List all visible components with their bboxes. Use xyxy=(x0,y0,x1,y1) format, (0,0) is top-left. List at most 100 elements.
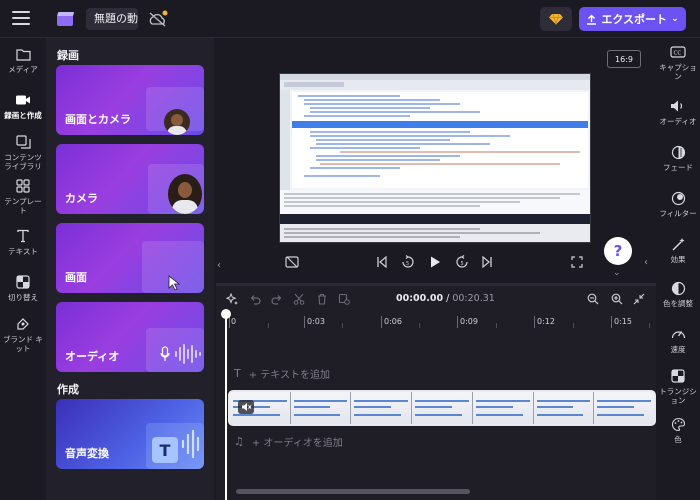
playhead[interactable] xyxy=(225,313,227,500)
rail-item-label: 色 xyxy=(674,435,682,444)
redo-icon[interactable] xyxy=(270,292,284,306)
duplicate-icon[interactable] xyxy=(337,292,351,306)
video-camera-icon xyxy=(15,92,31,108)
playhead-handle[interactable] xyxy=(221,309,231,319)
music-note-icon: ♫ xyxy=(234,435,244,448)
right-properties-rail: CC キャプショ ン オーディオ フェード フィルター 効果 色を調整 速度 ト… xyxy=(656,38,700,500)
svg-text:CC: CC xyxy=(674,51,682,57)
rail-item-effects[interactable]: 効果 xyxy=(656,236,700,264)
skip-back-icon[interactable] xyxy=(373,254,391,270)
nav-item-brand-kit[interactable]: ブランド キ ット xyxy=(0,316,46,353)
add-audio-track[interactable]: ♫ + オーディオを追加 xyxy=(234,434,343,449)
rail-item-label: フェード xyxy=(663,163,693,172)
zoom-in-icon[interactable] xyxy=(610,292,624,306)
nav-item-text[interactable]: テキスト xyxy=(0,228,46,256)
fade-icon xyxy=(670,144,686,160)
aspect-ratio-button[interactable]: 16:9 xyxy=(607,50,641,68)
nav-item-label: メディア xyxy=(8,65,38,74)
nav-item-media[interactable]: メディア xyxy=(0,46,46,74)
record-create-panel: 録画 画面とカメラ カメラ 画面 オーディオ 作成 T 音声変換 xyxy=(46,38,214,500)
tick-label: 0:12 xyxy=(537,317,555,326)
undo-icon[interactable] xyxy=(248,292,262,306)
rail-item-captions[interactable]: CC キャプショ ン xyxy=(656,44,700,81)
video-clip[interactable] xyxy=(228,390,656,426)
nav-item-record-create[interactable]: 録画と作成 xyxy=(0,92,46,120)
video-preview xyxy=(279,73,591,243)
project-title[interactable]: 無題の動画 xyxy=(86,8,138,30)
card-screen-and-camera[interactable]: 画面とカメラ xyxy=(56,65,204,135)
right-panel-collapse-chevron-icon[interactable]: ‹ xyxy=(644,257,648,268)
export-label: エクスポート xyxy=(601,13,668,26)
nav-item-templates[interactable]: テンプレー ト xyxy=(0,178,46,215)
skip-forward-icon[interactable] xyxy=(478,254,496,270)
card-label: カメラ xyxy=(65,192,98,205)
tick-label: 0:15 xyxy=(614,317,632,326)
chevron-down-icon[interactable]: ⌄ xyxy=(613,268,621,278)
card-text-to-speech[interactable]: T 音声変換 xyxy=(56,399,204,469)
upload-icon xyxy=(587,14,597,25)
scissors-icon[interactable] xyxy=(292,292,306,306)
cursor-icon xyxy=(168,275,181,291)
folder-icon xyxy=(15,46,31,62)
time-readout: 00:00.00 / 00:20.31 xyxy=(396,293,495,304)
waveform-icon xyxy=(175,344,201,364)
nav-item-label: ブランド キ ット xyxy=(3,335,43,353)
nav-item-content-library[interactable]: コンテンツ ライブラリ xyxy=(0,134,46,171)
rail-item-label: 効果 xyxy=(670,255,686,264)
total-duration: 00:20.31 xyxy=(452,293,495,304)
transition-icon xyxy=(670,368,686,384)
library-icon xyxy=(15,134,31,150)
rail-item-audio[interactable]: オーディオ xyxy=(656,98,700,126)
rail-item-fade[interactable]: フェード xyxy=(656,144,700,172)
magic-sparkle-icon[interactable] xyxy=(225,292,239,306)
microphone-icon xyxy=(160,346,170,361)
fullscreen-icon[interactable] xyxy=(568,254,586,270)
card-screen[interactable]: 画面 xyxy=(56,223,204,293)
nav-item-transitions[interactable]: 切り替え xyxy=(0,274,46,302)
timeline-scrollbar[interactable] xyxy=(236,489,470,494)
rail-item-label: オーディオ xyxy=(659,117,697,126)
rewind-5s-icon[interactable]: 5 xyxy=(399,254,417,270)
card-audio[interactable]: オーディオ xyxy=(56,302,204,372)
chevron-down-icon: ⌄ xyxy=(671,14,679,24)
timeline: 00:00.00 / 00:20.31 0 0:03 0:06 0:09 0:1… xyxy=(216,285,656,500)
rail-item-color[interactable]: 色 xyxy=(656,416,700,444)
card-camera[interactable]: カメラ xyxy=(56,144,204,214)
fit-timeline-icon[interactable] xyxy=(632,292,646,306)
tick-label: 0:06 xyxy=(384,317,402,326)
trash-icon[interactable] xyxy=(315,292,329,306)
nav-item-label: テキスト xyxy=(8,247,38,256)
screen-capture-off-icon[interactable] xyxy=(283,254,301,270)
timeline-ruler[interactable]: 0 0:03 0:06 0:09 0:12 0:15 xyxy=(216,314,656,330)
diamond-icon xyxy=(549,13,563,25)
palette-icon xyxy=(670,416,686,432)
nav-item-label: 録画と作成 xyxy=(4,111,42,120)
forward-5s-icon[interactable]: 5 xyxy=(453,254,471,270)
export-button[interactable]: エクスポート ⌄ xyxy=(579,7,686,31)
cloud-offline-icon[interactable] xyxy=(147,10,169,28)
top-bar: 無題の動画 エクスポート ⌄ xyxy=(0,0,700,38)
tick-label: 0:03 xyxy=(307,317,325,326)
rail-item-transition[interactable]: トランジシ ョン xyxy=(656,368,700,405)
play-icon[interactable] xyxy=(426,254,444,270)
premium-button[interactable] xyxy=(540,7,572,31)
help-button[interactable]: ? xyxy=(604,237,632,265)
rail-item-speed[interactable]: 速度 xyxy=(656,326,700,354)
rail-item-label: キャプショ ン xyxy=(659,63,697,81)
rail-item-label: 色を調整 xyxy=(663,299,693,308)
card-label: 画面 xyxy=(65,271,87,284)
rail-item-filter[interactable]: フィルター xyxy=(656,190,700,218)
rail-item-label: 速度 xyxy=(670,345,686,354)
rail-item-color-adjust[interactable]: 色を調整 xyxy=(656,280,700,308)
zoom-out-icon[interactable] xyxy=(586,292,600,306)
menu-icon[interactable] xyxy=(12,11,30,25)
left-nav-rail: メディア 録画と作成 コンテンツ ライブラリ テンプレー ト テキスト 切り替え xyxy=(0,38,46,500)
waveform-icon xyxy=(181,429,200,459)
captions-icon: CC xyxy=(670,44,686,60)
svg-text:5: 5 xyxy=(406,261,409,267)
add-text-label: + テキストを追加 xyxy=(248,370,330,381)
clip-mute-icon[interactable] xyxy=(238,400,254,414)
text-t-icon: T xyxy=(234,367,241,380)
add-text-track[interactable]: T + テキストを追加 xyxy=(234,366,330,381)
current-time: 00:00.00 xyxy=(396,293,444,304)
